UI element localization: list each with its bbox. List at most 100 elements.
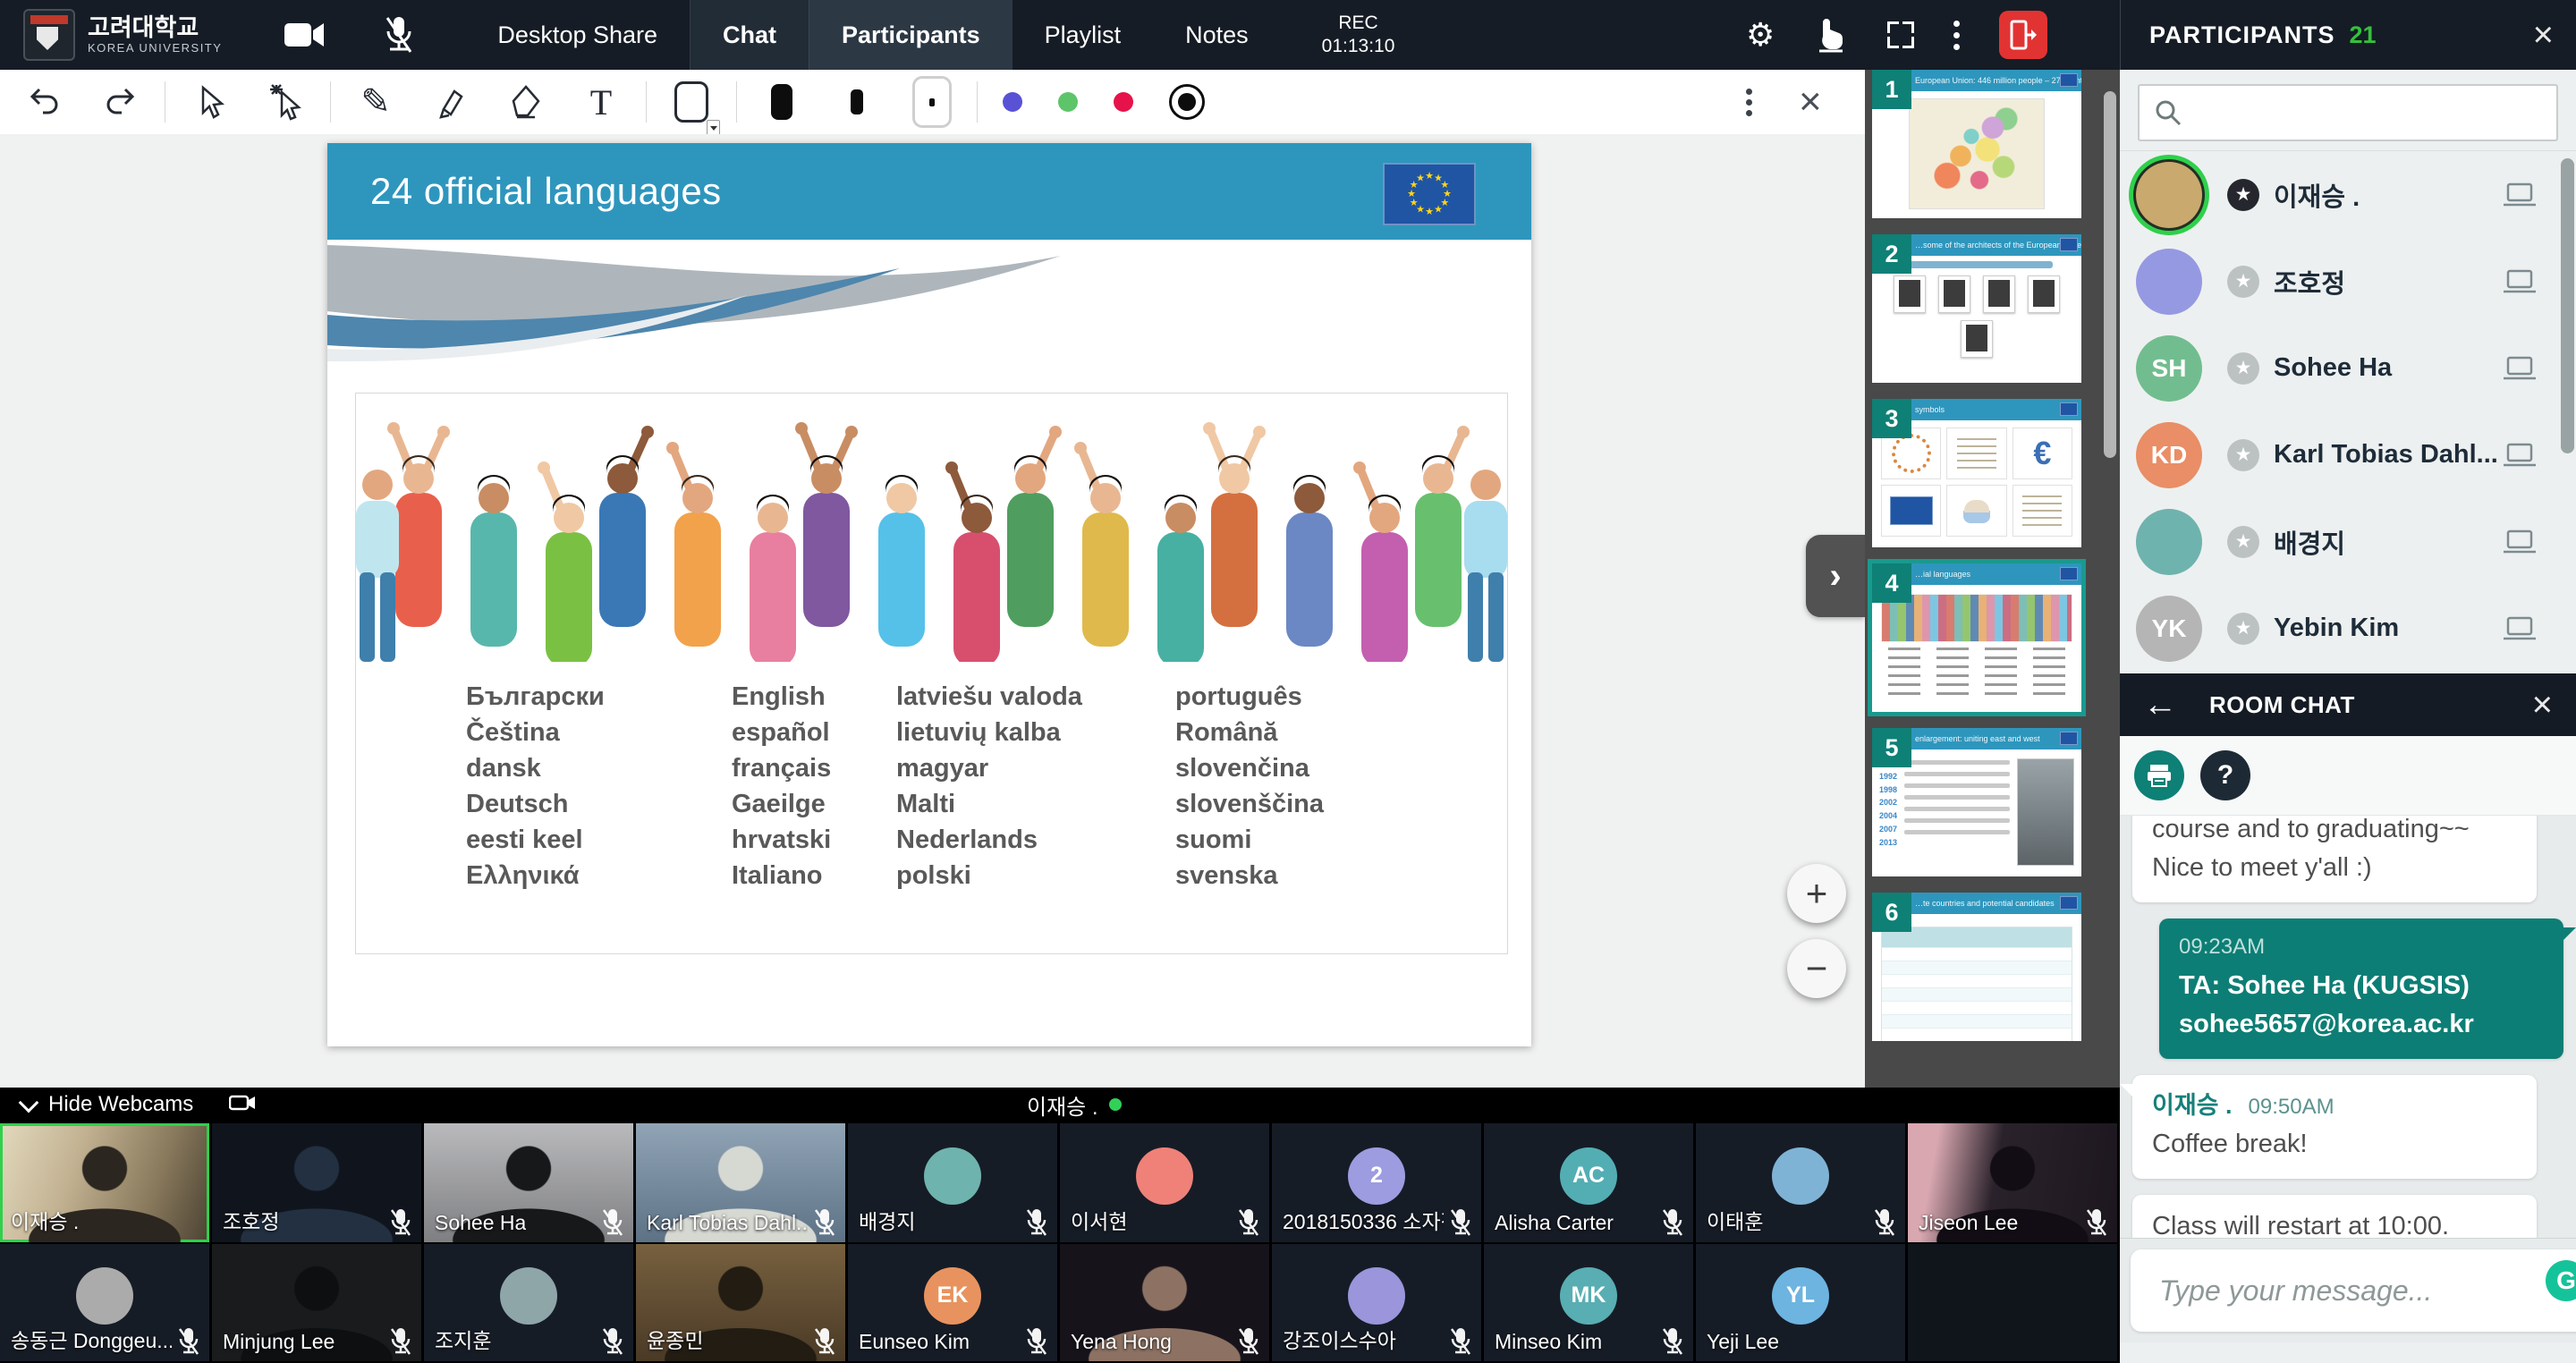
text-tool[interactable]: T <box>581 80 621 123</box>
language-label: Italiano <box>732 863 831 889</box>
webcam-tile-minseo-kim[interactable]: MKMinseo Kim <box>1484 1244 1693 1361</box>
annotation-toolbar: ✎ T <box>0 70 1865 135</box>
webcam-tile-item[interactable]: 이서현 <box>1060 1123 1269 1242</box>
more-options-icon[interactable] <box>1953 32 1960 38</box>
webcam-tile-jiseon-lee[interactable]: Jiseon Lee <box>1908 1123 2117 1242</box>
language-label: español <box>732 720 831 746</box>
participant-row-karl-tobias-dahl[interactable]: KD★Karl Tobias Dahl... <box>2120 411 2576 498</box>
participant-row-sohee-ha[interactable]: SH★Sohee Ha <box>2120 325 2576 411</box>
tab-notes[interactable]: Notes <box>1153 0 1281 70</box>
chevron-down-icon[interactable] <box>19 1093 39 1113</box>
stroke-dot-swatch-selected[interactable] <box>912 80 952 123</box>
thumbnail-scrollbar[interactable] <box>2104 91 2116 458</box>
fullscreen-icon[interactable] <box>1887 21 1914 48</box>
pen-color-e6134a[interactable] <box>1114 92 1133 112</box>
webcam-name-label: Sohee Ha <box>435 1211 526 1235</box>
leave-meeting-button[interactable] <box>1999 11 2047 59</box>
pen-color-black-selected[interactable] <box>1169 84 1205 120</box>
close-toolbar-icon[interactable]: × <box>1799 80 1822 124</box>
laptop-icon <box>2503 182 2537 207</box>
search-input[interactable] <box>2197 98 2556 128</box>
slide-thumbnail-1[interactable]: 1European Union: 446 million people – 27… <box>1872 70 2081 218</box>
slide-thumbnail-2[interactable]: 2…some of the architects of the European… <box>1872 234 2081 383</box>
participants-title: PARTICIPANTS <box>2149 21 2335 49</box>
participant-row-item[interactable]: ★이재승 . <box>2120 151 2576 238</box>
star-icon: ★ <box>2227 352 2259 385</box>
participant-row-yebin-kim[interactable]: YK★Yebin Kim <box>2120 585 2576 672</box>
hide-webcams-label[interactable]: Hide Webcams <box>48 1092 193 1117</box>
webcam-tile-item[interactable]: 윤종민 <box>636 1244 845 1361</box>
close-chat-icon[interactable]: × <box>2532 687 2553 723</box>
webcam-tile-sohee-ha[interactable]: Sohee Ha <box>424 1123 633 1242</box>
mic-muted-icon <box>813 1327 836 1356</box>
webcam-name-label: 윤종민 <box>647 1324 703 1354</box>
webcam-tile-item[interactable]: 조지훈 <box>424 1244 633 1361</box>
toolbar-more-icon[interactable] <box>1746 99 1752 106</box>
webcam-tile-item[interactable]: 배경지 <box>848 1123 1057 1242</box>
webcam-tile-karl-tobias-dahl[interactable]: Karl Tobias Dahl... <box>636 1123 845 1242</box>
grammarly-icon[interactable]: G <box>2546 1260 2576 1301</box>
webcam-toggle-icon[interactable] <box>284 21 324 48</box>
marker-tool[interactable] <box>431 80 470 123</box>
slide-thumbnail-4-current[interactable]: 4…ial languages <box>1872 563 2081 712</box>
pen-color-5a52d5[interactable] <box>1003 92 1022 112</box>
pen-color-5ec46a[interactable] <box>1058 92 1078 112</box>
svg-text:★: ★ <box>1434 204 1443 215</box>
raise-hand-icon[interactable] <box>1814 13 1848 57</box>
mic-muted-icon <box>1237 1208 1260 1237</box>
eraser-tool[interactable] <box>506 80 546 123</box>
mic-muted-icon <box>1449 1327 1472 1356</box>
export-chat-icon[interactable] <box>2134 750 2184 800</box>
tab-chat[interactable]: Chat <box>690 0 809 70</box>
laser-pointer-tool[interactable] <box>266 80 305 123</box>
webcam-tile-minjung-lee[interactable]: Minjung Lee <box>212 1244 421 1361</box>
webcam-tile-alisha-carter[interactable]: ACAlisha Carter <box>1484 1123 1693 1242</box>
webcam-tile-eunseo-kim[interactable]: EKEunseo Kim <box>848 1244 1057 1361</box>
tab-playlist[interactable]: Playlist <box>1013 0 1154 70</box>
webcam-name-label: Minseo Kim <box>1495 1330 1602 1354</box>
zoom-in-button[interactable]: + <box>1787 864 1846 923</box>
stroke-thick-swatch[interactable] <box>762 80 801 123</box>
back-arrow-icon[interactable]: ← <box>2143 688 2177 722</box>
undo-button[interactable] <box>25 80 64 123</box>
close-participants-icon[interactable]: × <box>2533 17 2554 53</box>
webcam-tile-item[interactable]: 조호정 <box>212 1123 421 1242</box>
participant-row-item[interactable]: ★배경지 <box>2120 498 2576 585</box>
mic-muted-icon[interactable] <box>383 15 415 55</box>
participants-scrollbar[interactable] <box>2561 158 2574 453</box>
webcam-row-2: 송동근 Donggeu...Minjung Lee조지훈윤종민 EKEunseo … <box>0 1244 2120 1361</box>
slide-thumbnail-3[interactable]: 3symbols€ <box>1872 399 2081 547</box>
webcam-tile-item[interactable]: 강조이스수아 <box>1272 1244 1481 1361</box>
tab-participants[interactable]: Participants <box>809 0 1013 70</box>
participant-row-item[interactable]: ★조호정 <box>2120 238 2576 325</box>
webcam-tile-yena-hong[interactable]: Yena Hong <box>1060 1244 1269 1361</box>
language-label: slovenščina <box>1175 792 1324 817</box>
rec-time: 01:13:10 <box>1322 35 1395 58</box>
slide-thumbnail-5[interactable]: 5enlargement: uniting east and west19891… <box>1872 728 2081 876</box>
webcam-tile-item[interactable]: 이재승 . <box>0 1123 209 1242</box>
avatar: EK <box>924 1267 981 1325</box>
select-cursor-tool[interactable] <box>191 80 230 123</box>
avatar <box>76 1267 133 1325</box>
settings-gear-icon[interactable]: ⚙ <box>1746 16 1775 54</box>
language-label: lietuvių kalba <box>896 720 1082 746</box>
zoom-out-button[interactable]: − <box>1787 939 1846 998</box>
slide-thumbnail-6[interactable]: 6…te countries and potential candidates <box>1872 893 2081 1041</box>
redo-button[interactable] <box>100 80 140 123</box>
chat-message-input[interactable] <box>2157 1274 2537 1308</box>
thumbnail-number: 3 <box>1872 399 1911 438</box>
webcam-tile-item[interactable]: 이태훈 <box>1696 1123 1905 1242</box>
pencil-tool[interactable]: ✎ <box>356 80 395 123</box>
thumbnail-number: 1 <box>1872 70 1911 109</box>
stroke-thin-swatch[interactable] <box>837 80 877 123</box>
webcam-tile-2018150336[interactable]: 22018150336 소자정 <box>1272 1123 1481 1242</box>
webcam-tile-donggeu[interactable]: 송동근 Donggeu... <box>0 1244 209 1361</box>
shape-tool[interactable] <box>672 80 711 123</box>
topbar-tabs: Desktop ShareChatParticipantsPlaylistNot… <box>465 0 1280 70</box>
tab-desktop-share[interactable]: Desktop Share <box>465 0 690 70</box>
participants-count: 21 <box>2350 21 2377 49</box>
webcam-tile-yeji-lee[interactable]: YLYeji Lee <box>1696 1244 1905 1361</box>
help-icon[interactable]: ? <box>2200 750 2250 800</box>
collapse-panel-button[interactable]: › <box>1806 535 1865 617</box>
mic-muted-icon <box>1237 1327 1260 1356</box>
